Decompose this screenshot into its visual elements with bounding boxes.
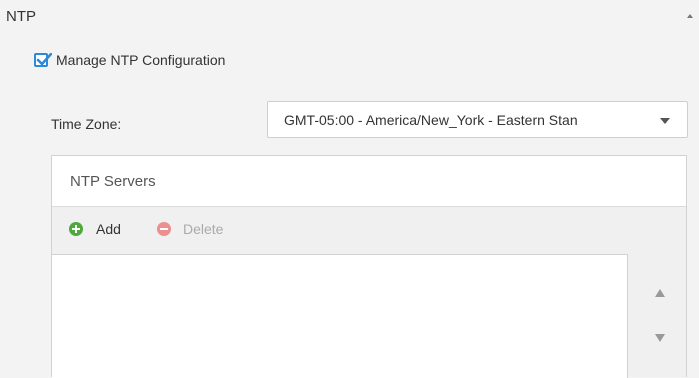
add-button[interactable]: Add (69, 221, 121, 237)
collapse-icon[interactable] (687, 14, 693, 18)
time-zone-select[interactable]: GMT-05:00 - America/New_York - Eastern S… (267, 101, 688, 138)
section-title: NTP (6, 8, 36, 25)
add-label: Add (96, 221, 121, 237)
time-zone-label: Time Zone: (51, 116, 122, 132)
arrow-down-icon[interactable] (655, 334, 665, 342)
delete-button[interactable]: Delete (157, 221, 223, 237)
ntp-server-list[interactable] (52, 254, 628, 378)
time-zone-value: GMT-05:00 - America/New_York - Eastern S… (284, 112, 578, 128)
delete-label: Delete (183, 221, 224, 237)
arrow-up-icon[interactable] (655, 289, 665, 297)
manage-ntp-checkbox[interactable] (34, 53, 52, 67)
manage-ntp-checkbox-row[interactable]: Manage NTP Configuration (34, 52, 225, 68)
caret-down-icon (660, 118, 670, 124)
manage-ntp-label: Manage NTP Configuration (56, 52, 226, 68)
ntp-servers-panel: NTP Servers Add Delete (51, 155, 687, 378)
minus-circle-icon (157, 222, 171, 236)
ntp-servers-header: NTP Servers (52, 156, 686, 207)
ntp-servers-toolbar: Add Delete (52, 207, 686, 254)
ntp-servers-title: NTP Servers (70, 173, 156, 190)
plus-circle-icon (69, 222, 83, 236)
checkmark-icon (36, 53, 52, 66)
